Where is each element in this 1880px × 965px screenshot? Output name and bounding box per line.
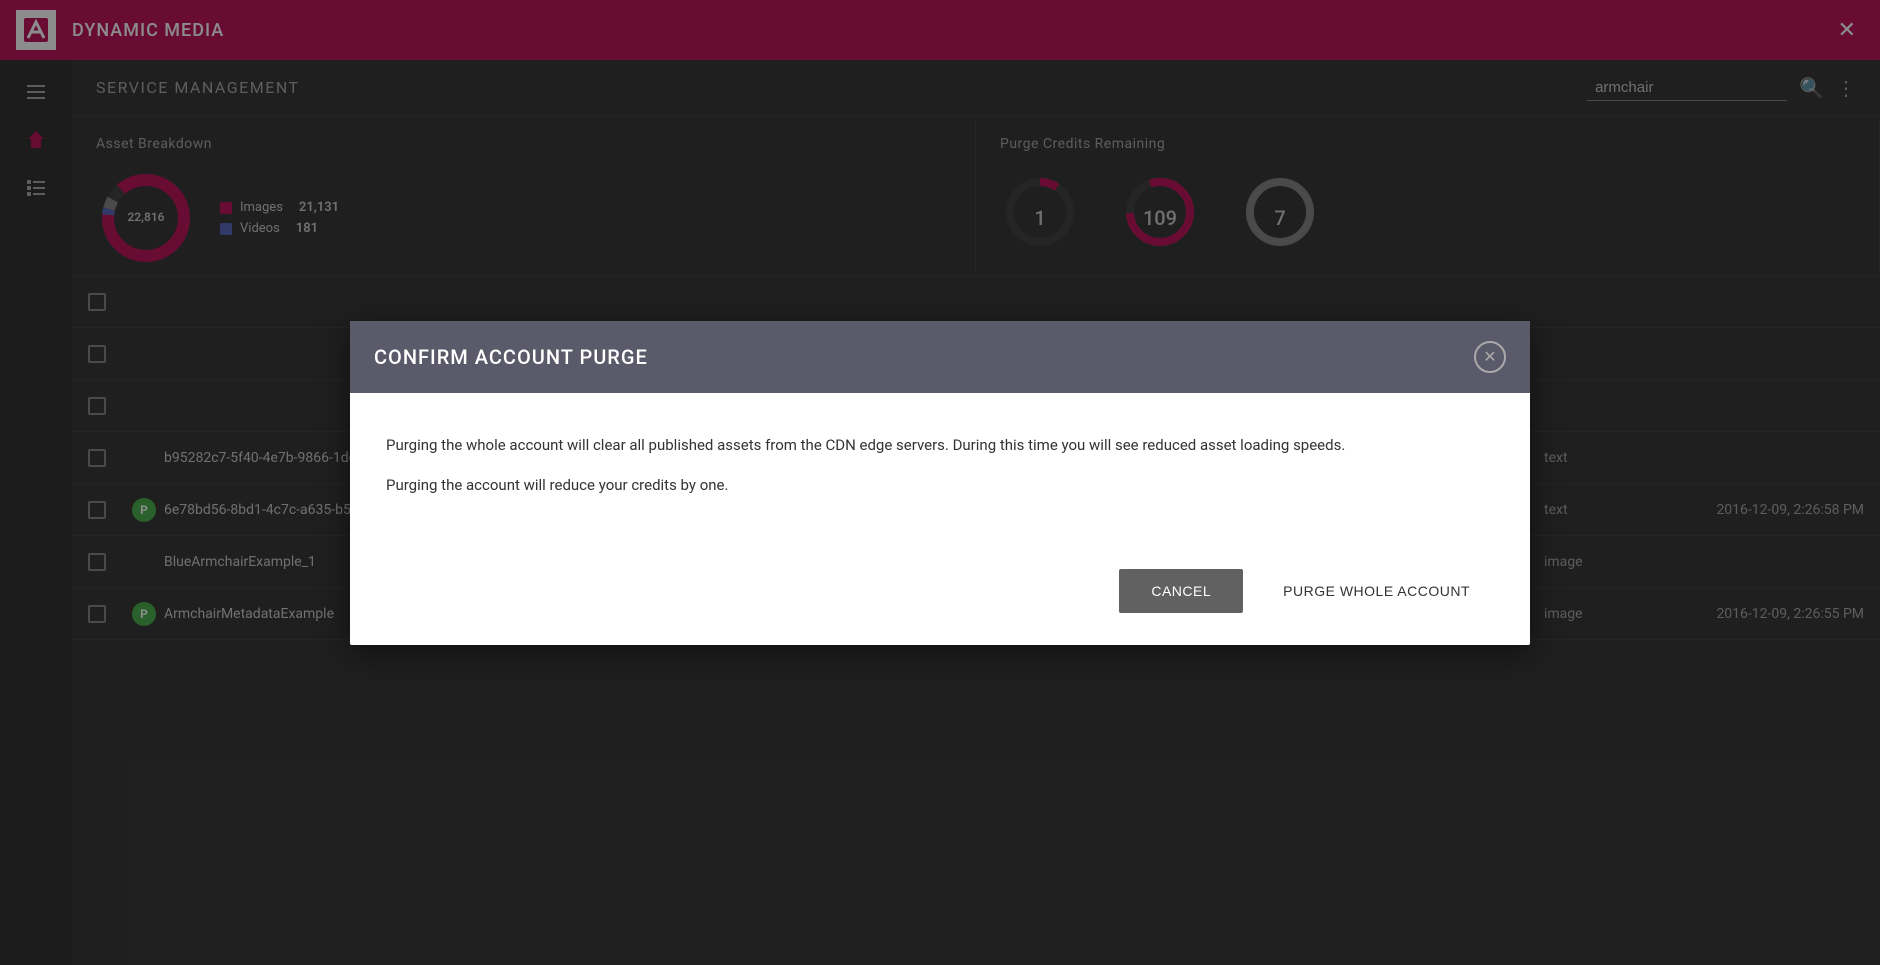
cancel-button[interactable]: CANCEL xyxy=(1119,569,1243,613)
purge-whole-account-button[interactable]: PURGE WHOLE ACCOUNT xyxy=(1259,569,1494,613)
confirm-dialog: CONFIRM ACCOUNT PURGE ✕ Purging the whol… xyxy=(350,321,1530,645)
dialog-header: CONFIRM ACCOUNT PURGE ✕ xyxy=(350,321,1530,393)
dialog-text-line2: Purging the account will reduce your cre… xyxy=(386,473,1494,497)
dialog-close-button[interactable]: ✕ xyxy=(1474,341,1506,373)
dialog-title: CONFIRM ACCOUNT PURGE xyxy=(374,345,648,369)
dialog-body: Purging the whole account will clear all… xyxy=(350,393,1530,553)
dialog-text-line1: Purging the whole account will clear all… xyxy=(386,433,1494,457)
dialog-footer: CANCEL PURGE WHOLE ACCOUNT xyxy=(350,553,1530,645)
